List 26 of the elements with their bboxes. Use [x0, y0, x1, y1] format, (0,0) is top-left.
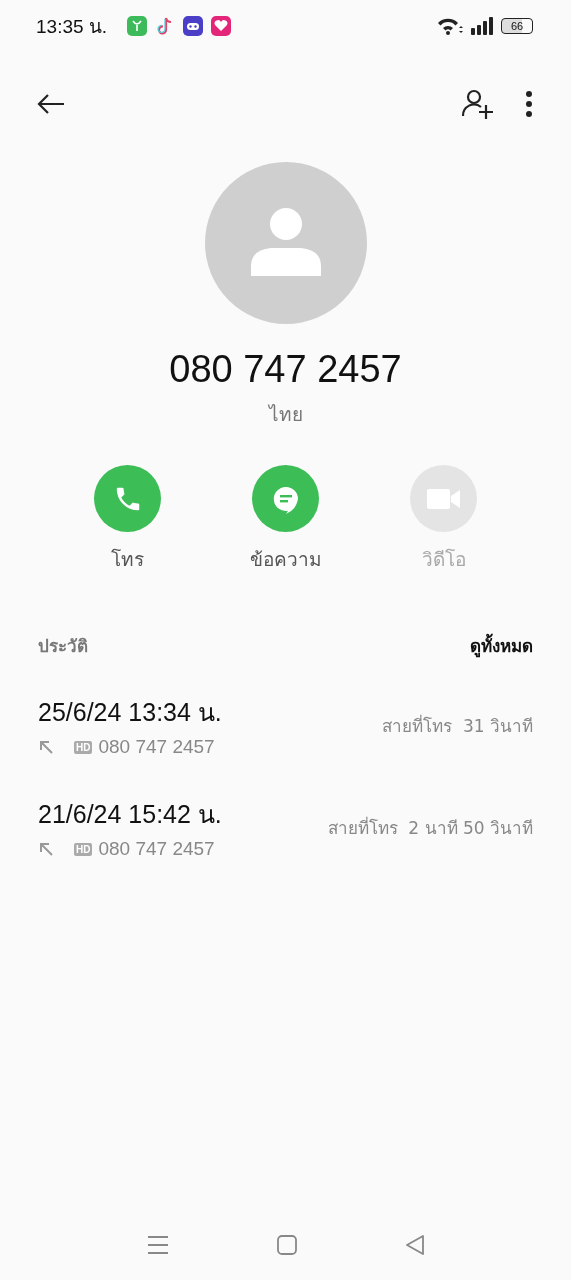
call-datetime: 25/6/24 13:34 น. — [38, 697, 222, 728]
call-duration: สายที่โทร 2 นาที 50 วินาที — [327, 815, 533, 840]
heart-box-icon — [211, 16, 232, 36]
more-options-button[interactable] — [523, 88, 535, 120]
call-number: 080 747 2457 — [98, 736, 215, 758]
app-notification-icon — [127, 16, 148, 36]
outgoing-arrow-icon — [38, 841, 54, 857]
contact-number: 080 747 2457 — [168, 348, 403, 391]
call-number: 080 747 2457 — [98, 838, 215, 860]
message-action-button[interactable]: ข้อความ — [233, 465, 338, 574]
see-all-link[interactable]: ดูทั้งหมด — [470, 632, 533, 659]
status-time: 13:35 น. — [36, 15, 108, 39]
call-duration: สายที่โทร 31 วินาที — [382, 713, 533, 738]
home-button[interactable] — [274, 1233, 299, 1257]
hd-badge: HD — [74, 842, 93, 856]
game-controller-icon — [183, 16, 204, 36]
call-action-button[interactable]: โทร — [75, 465, 180, 574]
avatar-silhouette-icon — [204, 162, 367, 324]
contact-location: ไทย — [267, 402, 304, 427]
hd-badge: HD — [74, 740, 93, 754]
history-heading: ประวัติ — [38, 635, 88, 658]
signal-icon — [471, 17, 493, 35]
call-datetime: 21/6/24 15:42 น. — [38, 799, 222, 830]
wifi-icon — [437, 16, 463, 36]
outgoing-arrow-icon — [38, 739, 54, 755]
battery-indicator: 66 — [501, 18, 533, 34]
